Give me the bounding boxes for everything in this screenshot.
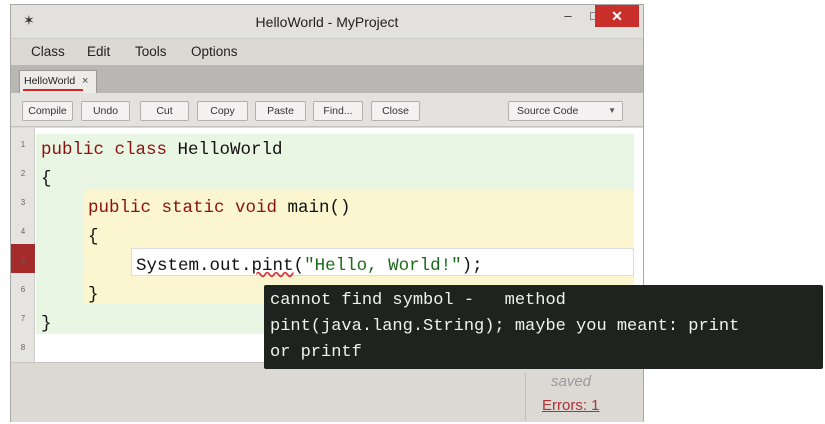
line-number: 7 [20, 314, 26, 323]
code-line-4: { [88, 227, 99, 247]
line-number-gutter: 1 2 3 4 5 6 7 8 [11, 128, 35, 362]
tab-active-indicator [23, 89, 83, 91]
line-number: 2 [20, 169, 26, 178]
code-line-7: } [41, 314, 52, 334]
code-line-1: public class HelloWorld [41, 140, 283, 160]
menu-tools[interactable]: Tools [135, 39, 167, 65]
close-editor-button[interactable]: Close [371, 101, 420, 121]
line-number: 8 [20, 343, 26, 352]
status-divider [525, 373, 526, 421]
line-number: 3 [20, 198, 26, 207]
window-title: HelloWorld - MyProject [255, 14, 399, 30]
error-token: pint [251, 256, 294, 276]
code-line-3: public static void main() [88, 198, 351, 218]
tab-label: HelloWorld [24, 75, 76, 87]
close-window-button[interactable]: ✕ [595, 5, 639, 27]
line-number: 1 [20, 140, 26, 149]
line-number: 4 [20, 227, 26, 236]
tab-helloworld[interactable]: HelloWorld × [19, 70, 97, 93]
errors-link[interactable]: Errors: 1 [542, 397, 600, 414]
line-number: 6 [20, 285, 26, 294]
menu-bar: Class Edit Tools Options [11, 39, 643, 65]
menu-edit[interactable]: Edit [87, 39, 110, 65]
code-line-6: } [88, 285, 99, 305]
view-mode-value: Source Code [517, 105, 579, 117]
menu-class[interactable]: Class [31, 39, 65, 65]
title-bar[interactable]: ✶ HelloWorld - MyProject – □ ✕ [11, 5, 643, 39]
undo-button[interactable]: Undo [81, 101, 130, 121]
cut-button[interactable]: Cut [140, 101, 189, 121]
saved-status: saved [551, 373, 592, 390]
editor-toolbar: Compile Undo Cut Copy Paste Find... Clos… [11, 93, 643, 127]
status-bar: saved Errors: 1 [11, 362, 643, 422]
copy-button[interactable]: Copy [197, 101, 248, 121]
error-tooltip: cannot find symbol - method pint(java.lan… [264, 285, 823, 369]
find-button[interactable]: Find... [313, 101, 363, 121]
code-line-5: System.out.pint("Hello, World!"); [136, 256, 483, 276]
paste-button[interactable]: Paste [255, 101, 306, 121]
menu-options[interactable]: Options [191, 39, 238, 65]
compile-button[interactable]: Compile [22, 101, 73, 121]
view-mode-select[interactable]: Source Code ▼ [508, 101, 623, 121]
error-line-marker[interactable]: 5 [11, 244, 35, 273]
chevron-down-icon: ▼ [608, 106, 616, 115]
tab-strip: HelloWorld × [11, 65, 643, 93]
minimize-button[interactable]: – [555, 5, 581, 27]
code-line-2: { [41, 169, 52, 189]
